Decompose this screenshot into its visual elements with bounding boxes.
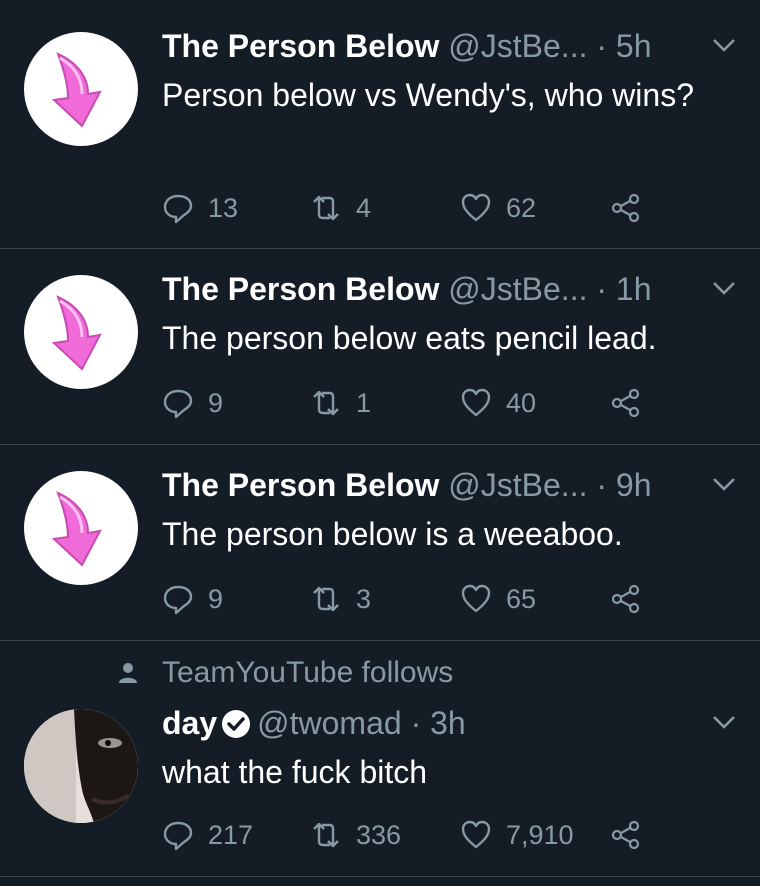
separator: ·	[410, 705, 422, 741]
avatar[interactable]	[24, 709, 138, 823]
reply-button[interactable]: 9	[162, 383, 223, 423]
timestamp[interactable]: 5h	[616, 28, 652, 64]
like-count: 7,910	[506, 819, 574, 850]
user-handle[interactable]: @JstBe...	[448, 271, 587, 307]
chevron-down-icon[interactable]	[706, 465, 742, 505]
like-button[interactable]: 65	[460, 579, 536, 619]
retweet-count: 336	[356, 819, 402, 850]
share-icon[interactable]	[610, 583, 642, 615]
like-button[interactable]: 40	[460, 383, 536, 423]
reply-icon	[163, 194, 193, 224]
heart-icon	[461, 193, 491, 222]
user-handle[interactable]: @JstBe...	[448, 467, 587, 503]
reply-count: 217	[208, 819, 254, 850]
tweet-header: The Person Below @JstBe... · 9h	[162, 465, 742, 505]
chevron-down-icon[interactable]	[706, 269, 742, 309]
avatar[interactable]	[24, 32, 138, 146]
action-bar: 9 1 40	[162, 383, 662, 423]
share-icon[interactable]	[610, 192, 642, 224]
action-bar: 13 4 62	[162, 188, 662, 228]
social-context-text: TeamYouTube follows	[162, 656, 454, 689]
tweet-text: Person below vs Wendy's, who wins?	[162, 77, 694, 113]
retweet-button[interactable]: 3	[310, 579, 371, 619]
verified-badge-icon	[222, 710, 251, 738]
tweet-header: day @twomad · 3h	[162, 703, 742, 743]
heart-icon	[461, 584, 491, 613]
reply-count: 9	[208, 387, 224, 418]
display-name[interactable]: day	[162, 705, 217, 741]
separator: ·	[596, 28, 608, 64]
retweet-count: 3	[356, 583, 372, 614]
share-icon[interactable]	[610, 387, 642, 419]
like-count: 65	[506, 583, 537, 614]
action-bar: 217 336 7,910	[162, 815, 662, 855]
like-count: 62	[506, 192, 537, 223]
reply-button[interactable]: 9	[162, 579, 223, 619]
user-handle[interactable]: @twomad	[257, 705, 402, 741]
reply-icon	[163, 389, 193, 419]
reply-count: 13	[208, 192, 239, 223]
retweet-icon	[313, 822, 339, 848]
timestamp[interactable]: 3h	[430, 705, 466, 741]
retweet-icon	[313, 390, 339, 416]
tweet-header: The Person Below @JstBe... · 5h	[162, 26, 742, 66]
chevron-down-icon[interactable]	[706, 703, 742, 743]
user-photo-icon	[24, 709, 138, 823]
heart-icon	[461, 820, 491, 849]
pink-down-arrow-icon	[51, 295, 102, 371]
reply-button[interactable]: 217	[162, 815, 253, 855]
tweet-text: The person below is a weeaboo.	[162, 516, 623, 552]
avatar[interactable]	[24, 275, 138, 389]
like-button[interactable]: 62	[460, 188, 536, 228]
avatar[interactable]	[24, 471, 138, 585]
user-handle[interactable]: @JstBe...	[448, 28, 587, 64]
retweet-button[interactable]: 4	[310, 188, 371, 228]
tweet[interactable]: TeamYouTube follows day @twomad · 3h what…	[0, 641, 760, 877]
retweet-icon	[313, 586, 339, 612]
separator: ·	[596, 271, 608, 307]
display-name[interactable]: The Person Below	[162, 271, 439, 307]
retweet-count: 1	[356, 387, 372, 418]
chevron-down-icon[interactable]	[706, 26, 742, 66]
reply-icon	[163, 585, 193, 615]
retweet-button[interactable]: 336	[310, 815, 401, 855]
tweet[interactable]: The Person Below @JstBe... · 9h The pers…	[0, 445, 760, 641]
like-count: 40	[506, 387, 537, 418]
share-icon[interactable]	[610, 819, 642, 851]
tweet[interactable]: The Person Below @JstBe... · 1h The pers…	[0, 249, 760, 445]
separator: ·	[596, 467, 608, 503]
person-icon	[119, 663, 137, 683]
tweet-text: what the fuck bitch	[162, 754, 428, 790]
heart-icon	[461, 388, 491, 417]
like-button[interactable]: 7,910	[460, 815, 574, 855]
reply-button[interactable]: 13	[162, 188, 238, 228]
tweet[interactable]: The Person Below @JstBe... · 5h Person b…	[0, 0, 760, 249]
display-name[interactable]: The Person Below	[162, 28, 439, 64]
tweet-text: The person below eats pencil lead.	[162, 320, 657, 356]
display-name[interactable]: The Person Below	[162, 467, 439, 503]
pink-down-arrow-icon	[51, 52, 102, 128]
retweet-count: 4	[356, 192, 372, 223]
timestamp[interactable]: 1h	[616, 271, 652, 307]
reply-icon	[163, 821, 193, 851]
tweet-header: The Person Below @JstBe... · 1h	[162, 269, 742, 309]
reply-count: 9	[208, 583, 224, 614]
timestamp[interactable]: 9h	[616, 467, 652, 503]
social-context: TeamYouTube follows	[118, 653, 453, 693]
retweet-button[interactable]: 1	[310, 383, 371, 423]
pink-down-arrow-icon	[51, 491, 102, 567]
action-bar: 9 3 65	[162, 579, 662, 619]
retweet-icon	[313, 195, 339, 221]
